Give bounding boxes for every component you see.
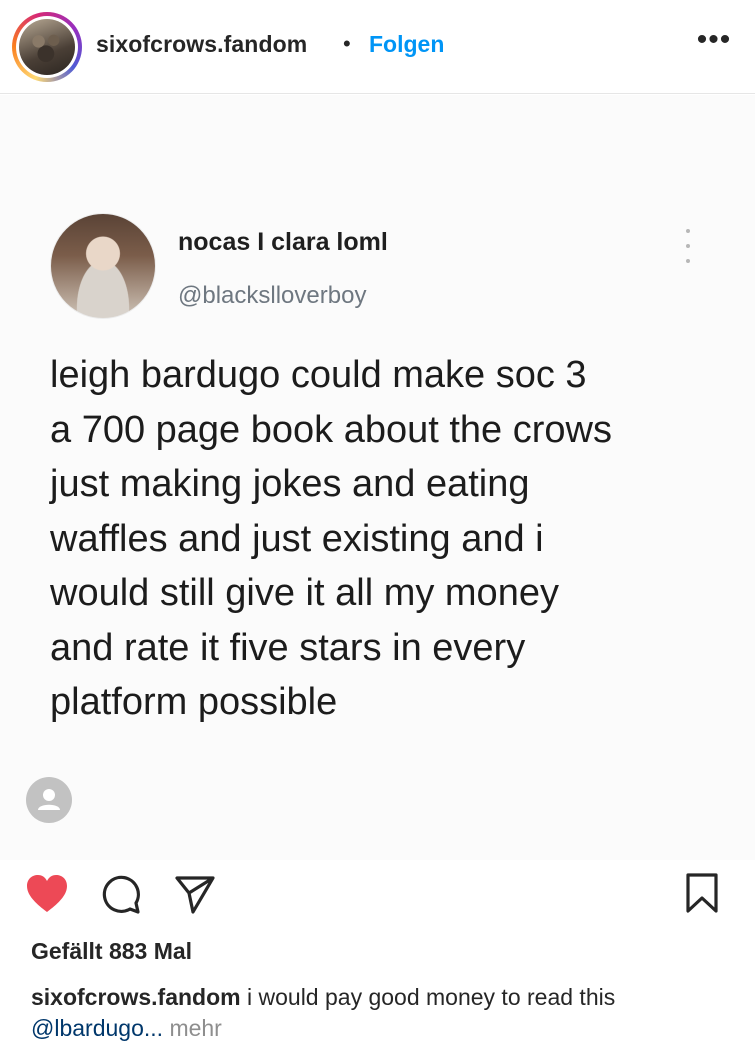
- avatar-frame: [16, 16, 78, 78]
- post-username[interactable]: sixofcrows.fandom: [96, 31, 307, 58]
- post-header: sixofcrows.fandom • Folgen •••: [0, 0, 755, 94]
- person-tag-icon[interactable]: [26, 777, 72, 823]
- caption-username[interactable]: sixofcrows.fandom: [31, 984, 241, 1010]
- caption-more-link[interactable]: mehr: [169, 1015, 221, 1041]
- caption-mention[interactable]: @lbardugo: [31, 1015, 144, 1041]
- profile-avatar[interactable]: [12, 12, 82, 82]
- comment-icon[interactable]: [100, 873, 142, 915]
- tweet-kebab-icon: [679, 229, 697, 263]
- separator-dot: •: [343, 31, 351, 56]
- post-image[interactable]: nocas I clara loml @blackslloverboy leig…: [0, 95, 755, 860]
- send-icon[interactable]: [174, 873, 216, 915]
- follow-button[interactable]: Folgen: [369, 31, 444, 58]
- tweet-avatar: [50, 213, 156, 319]
- avatar-photo: [19, 19, 75, 75]
- caption-text: i would pay good money to read this: [240, 984, 616, 1010]
- more-options-icon[interactable]: •••: [696, 25, 732, 60]
- post-caption: sixofcrows.fandom i would pay good money…: [31, 982, 731, 1044]
- tweet-author-handle: @blackslloverboy: [178, 282, 367, 309]
- caption-ellipsis: ...: [143, 1015, 170, 1041]
- bookmark-icon[interactable]: [685, 872, 719, 914]
- likes-count[interactable]: Gefällt 883 Mal: [31, 938, 192, 965]
- heart-icon[interactable]: [25, 873, 69, 915]
- tweet-text: leigh bardugo could make soc 3 a 700 pag…: [50, 354, 612, 723]
- tweet-author-name: nocas I clara loml: [178, 228, 388, 256]
